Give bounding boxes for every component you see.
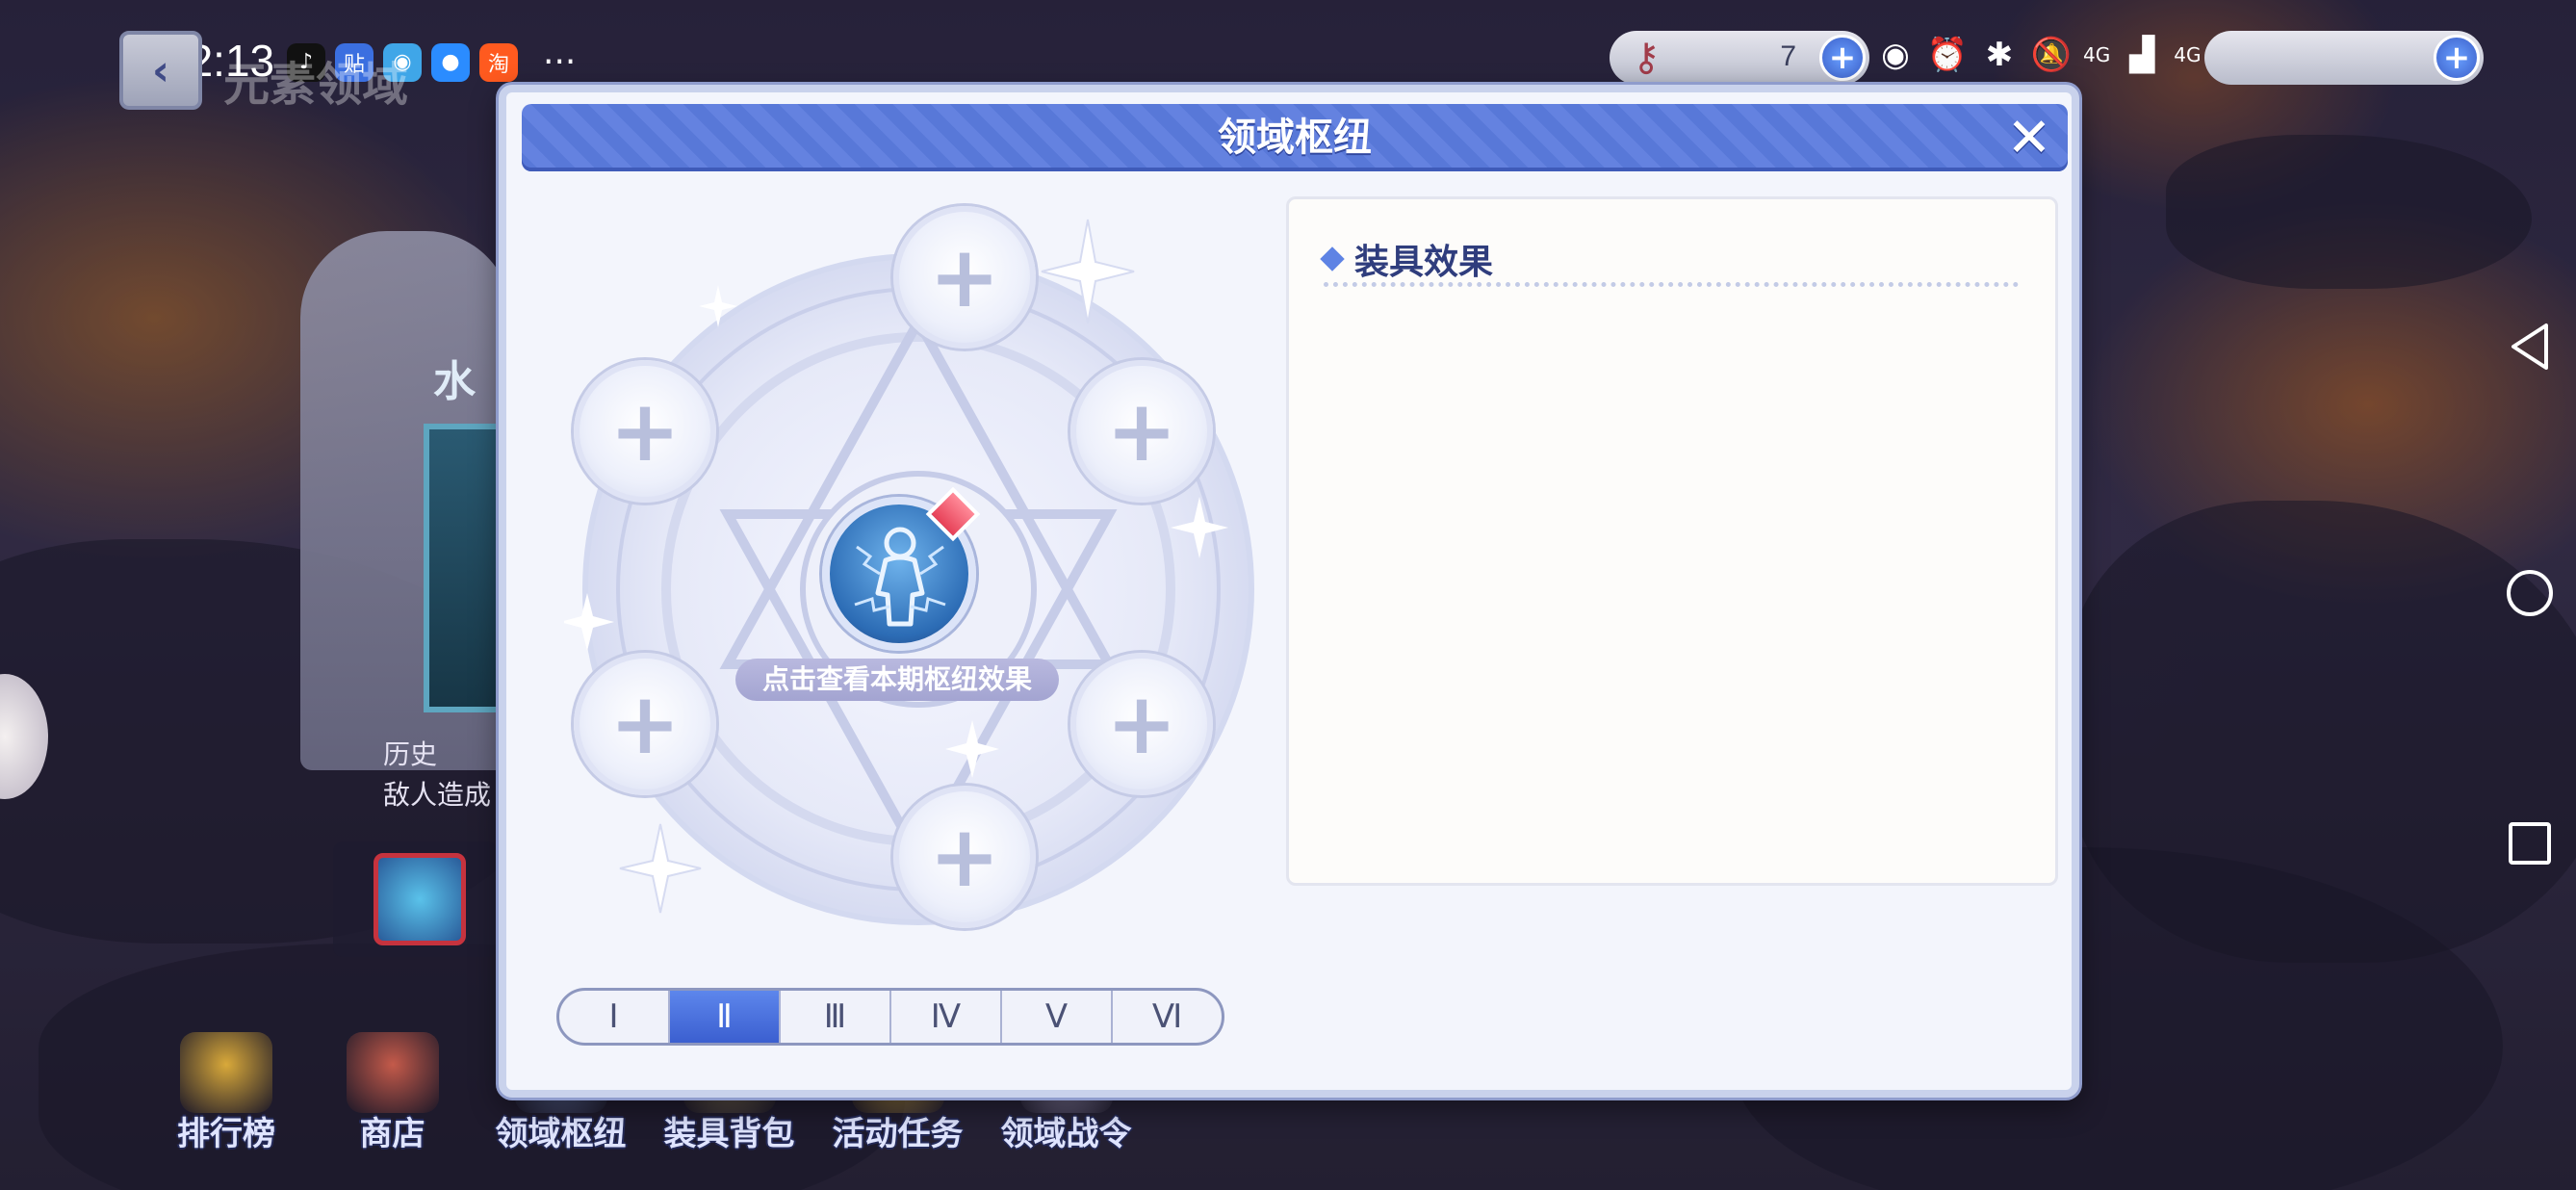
nav-label: 领域枢纽	[495, 1115, 627, 1153]
add-slot-icon: +	[609, 674, 681, 773]
page-title: 元素领域	[223, 58, 409, 112]
bluetooth-icon: ✱	[1985, 36, 2014, 74]
equip-slot-5[interactable]: +	[1070, 653, 1213, 795]
taobao-icon: 淘	[479, 42, 518, 82]
circle-home-icon	[2507, 570, 2553, 616]
stat-label-enemy: 敌人造成	[383, 779, 492, 811]
mute-icon: 🔕	[2030, 36, 2073, 74]
stat-label-history: 历史	[383, 738, 438, 770]
element-gem-icon[interactable]	[374, 853, 466, 945]
close-button[interactable]: ✕	[2000, 107, 2058, 169]
tier-tab-4[interactable]: Ⅳ	[891, 991, 1002, 1043]
nav-label: 排行榜	[177, 1115, 275, 1153]
chevron-left-icon: ‹	[151, 45, 170, 95]
signal-icon: ▟	[2129, 36, 2155, 74]
key-currency: ⚷ 7 +	[1610, 31, 1869, 85]
gate-door[interactable]	[424, 424, 510, 712]
nav-label: 装具背包	[663, 1115, 795, 1153]
message-icon: ●	[431, 42, 470, 82]
eye-icon: ◉	[1881, 36, 1910, 74]
tier-tabs: ⅠⅡⅢⅣⅤⅥ	[556, 988, 1224, 1046]
tier-tab-3[interactable]: Ⅲ	[781, 991, 891, 1043]
add-slot-icon: +	[609, 381, 681, 480]
gem-currency: +	[2204, 31, 2484, 85]
dialog-title: 领域枢纽	[1218, 116, 1372, 160]
electric-figure-icon	[854, 527, 946, 627]
ranking-icon	[180, 1032, 272, 1113]
equip-slot-4[interactable]: +	[574, 653, 716, 795]
nav-home-button[interactable]	[2501, 564, 2559, 622]
add-slot-icon: +	[1106, 381, 1177, 480]
hub-effect-caption[interactable]: 点击查看本期枢纽效果	[735, 659, 1059, 701]
tier-tab-1[interactable]: Ⅰ	[559, 991, 670, 1043]
nav-shop[interactable]: 商店	[308, 1032, 477, 1154]
effect-title: 装具效果	[1354, 243, 1494, 282]
tier-tab-5[interactable]: Ⅴ	[1002, 991, 1113, 1043]
square-recents-icon	[2509, 822, 2551, 865]
network-4g-2: 4G	[2174, 43, 2202, 66]
equip-slot-3[interactable]: +	[1070, 360, 1213, 503]
key-icon: ⚷	[1632, 36, 1661, 80]
add-slot-icon: +	[929, 807, 1000, 906]
tier-tab-2[interactable]: Ⅱ	[670, 991, 781, 1043]
add-gem-button[interactable]: +	[2434, 35, 2480, 81]
tier-tab-6[interactable]: Ⅵ	[1113, 991, 1222, 1043]
network-4g-1: 4G	[2083, 43, 2111, 66]
back-button[interactable]: ‹	[119, 31, 202, 110]
nav-ranking[interactable]: 排行榜	[144, 1032, 308, 1154]
equip-slot-6[interactable]: +	[893, 786, 1036, 928]
shop-icon	[346, 1032, 439, 1113]
equip-slot-2[interactable]: +	[574, 360, 716, 503]
equip-slot-1[interactable]: +	[893, 206, 1036, 349]
equip-effect-panel: 装具效果	[1286, 196, 2058, 886]
dialog-header: 领域枢纽 ✕	[522, 104, 2068, 171]
android-nav-bar	[2484, 0, 2576, 1190]
nav-back-button[interactable]	[2501, 318, 2559, 375]
nav-label: 商店	[359, 1115, 425, 1153]
nav-label: 活动任务	[832, 1115, 964, 1153]
more-notifications-icon: ···	[543, 42, 577, 82]
triangle-back-icon	[2512, 323, 2548, 370]
key-count: 7	[1780, 40, 1796, 72]
domain-hub-dialog: 领域枢纽 ✕ + + + + + + 点击查看本期枢纽效果 Ⅰ Ⅱ Ⅲ Ⅳ Ⅴ …	[499, 85, 2079, 1098]
gate-label: 水	[433, 357, 476, 406]
effect-section-header: 装具效果	[1320, 234, 1494, 284]
nav-recents-button[interactable]	[2501, 815, 2559, 872]
diamond-icon	[1320, 246, 1345, 272]
add-key-button[interactable]: +	[1819, 35, 1866, 81]
add-slot-icon: +	[1106, 674, 1177, 773]
nav-label: 领域战令	[1000, 1115, 1132, 1153]
add-slot-icon: +	[929, 227, 1000, 326]
divider	[1324, 282, 2019, 287]
alarm-icon: ⏰	[1926, 36, 1969, 74]
